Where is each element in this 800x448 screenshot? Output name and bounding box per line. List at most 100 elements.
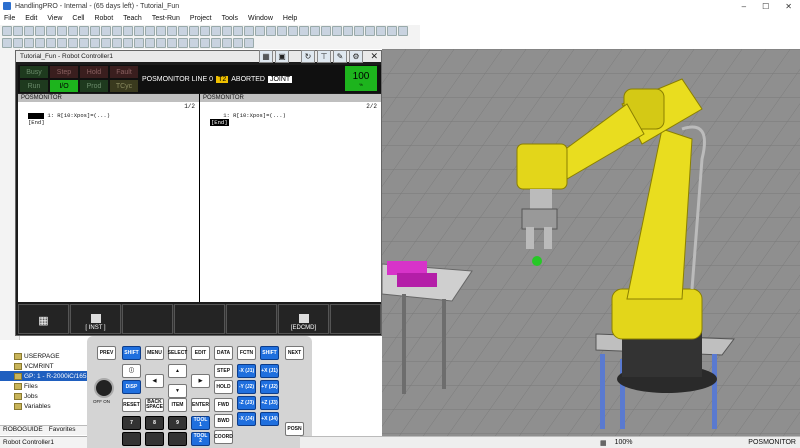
toolbar-button-icon[interactable] bbox=[233, 37, 243, 48]
toolbar-button-icon[interactable] bbox=[398, 26, 408, 36]
toolbar-button-icon[interactable] bbox=[343, 26, 353, 36]
close-icon[interactable]: ✕ bbox=[370, 51, 378, 62]
menu-view[interactable]: View bbox=[47, 15, 62, 22]
f1-inst-key[interactable]: [ INST ] bbox=[70, 304, 121, 334]
up-arrow-key[interactable]: ▲ bbox=[168, 364, 187, 378]
toolbar-button-icon[interactable] bbox=[90, 26, 100, 36]
toolbar-button-icon[interactable] bbox=[101, 37, 111, 48]
toolbar-button-icon[interactable] bbox=[57, 37, 67, 48]
keyboard-icon[interactable]: ▦ bbox=[259, 50, 273, 63]
tree-item-selected[interactable]: GP: 1 - R-2000iC/165F bbox=[0, 371, 93, 381]
toolbar-button-icon[interactable] bbox=[167, 26, 177, 36]
num-9-key[interactable]: 9 bbox=[168, 416, 187, 430]
toolbar-button-icon[interactable] bbox=[277, 26, 287, 36]
next-key[interactable]: NEXT bbox=[285, 346, 304, 360]
jog-plus-j4-key[interactable]: +X (J4) bbox=[260, 412, 279, 426]
reset-key[interactable]: RESET bbox=[122, 398, 141, 412]
edit-key[interactable]: EDIT bbox=[191, 346, 210, 360]
toolbar-button-icon[interactable] bbox=[189, 26, 199, 36]
menu-window[interactable]: Window bbox=[248, 15, 273, 22]
end-marker[interactable]: [End] bbox=[210, 119, 229, 126]
num-5-key[interactable] bbox=[145, 432, 164, 446]
toolbar-button-icon[interactable] bbox=[13, 26, 23, 36]
jog-minus-x-key[interactable]: -X (J1) bbox=[237, 364, 256, 378]
next-page-key[interactable] bbox=[330, 304, 381, 334]
toolbar-button-icon[interactable] bbox=[35, 37, 45, 48]
jog-plus-y-key[interactable]: +Y (J2) bbox=[260, 380, 279, 394]
select-key[interactable]: SELECT bbox=[168, 346, 187, 360]
screen-left[interactable]: POSMONITOR 1/2 1: R[10:Xpos]=(...) [End] bbox=[18, 94, 199, 302]
jog-minus-j4-key[interactable]: -X (J4) bbox=[237, 412, 256, 426]
fwd-key[interactable]: FWD bbox=[214, 398, 233, 412]
screen-right[interactable]: POSMONITOR 2/2 1: R[10:Xpos]=(...) [End] bbox=[200, 94, 381, 302]
toolbar-button-icon[interactable] bbox=[255, 26, 265, 36]
jog-plus-x-key[interactable]: +X (J1) bbox=[260, 364, 279, 378]
toolbar-button-icon[interactable] bbox=[13, 37, 23, 48]
grid-menu-key[interactable]: ▦ bbox=[18, 304, 69, 334]
toolbar-button-icon[interactable] bbox=[24, 26, 34, 36]
toolbar-button-icon[interactable] bbox=[244, 37, 254, 48]
toolbar-button-icon[interactable] bbox=[123, 26, 133, 36]
tool1-key[interactable]: TOOL 1 bbox=[191, 416, 210, 430]
backspace-key[interactable]: BACK SPACE bbox=[145, 398, 164, 412]
toolbar-button-icon[interactable] bbox=[2, 37, 12, 48]
tab-favorites[interactable]: Favorites bbox=[49, 426, 76, 435]
menu-robot[interactable]: Robot bbox=[94, 15, 113, 22]
end-marker[interactable]: [End] bbox=[28, 119, 45, 126]
toolbar-button-icon[interactable] bbox=[200, 26, 210, 36]
toolbar-button-icon[interactable] bbox=[222, 26, 232, 36]
toolbar-button-icon[interactable] bbox=[46, 26, 56, 36]
toolbar-button-icon[interactable] bbox=[112, 37, 122, 48]
step-key[interactable]: STEP bbox=[214, 364, 233, 378]
down-arrow-key[interactable]: ▼ bbox=[168, 384, 187, 398]
toolbar-button-icon[interactable] bbox=[145, 26, 155, 36]
f5-edcmd-key[interactable]: [EDCMD] bbox=[278, 304, 329, 334]
tree-item[interactable]: VCMRINT bbox=[0, 361, 93, 371]
toolbar-button-icon[interactable] bbox=[178, 37, 188, 48]
toolbar-button-icon[interactable] bbox=[123, 37, 133, 48]
jog-minus-z-key[interactable]: -Z (J3) bbox=[237, 396, 256, 410]
coord-key[interactable]: COORD bbox=[214, 430, 233, 444]
program-line-1[interactable]: 1: R[10:Xpos]=(...) bbox=[223, 112, 286, 119]
toolbar-button-icon[interactable] bbox=[156, 26, 166, 36]
toolbar-button-icon[interactable] bbox=[233, 26, 243, 36]
toolbar-button-icon[interactable] bbox=[288, 26, 298, 36]
num-6-key[interactable] bbox=[168, 432, 187, 446]
minimize-icon[interactable]: – bbox=[742, 2, 746, 11]
data-key[interactable]: DATA bbox=[214, 346, 233, 360]
toolbar-button-icon[interactable] bbox=[299, 26, 309, 36]
f2-key[interactable] bbox=[122, 304, 173, 334]
toolbar-button-icon[interactable] bbox=[365, 26, 375, 36]
info-key[interactable]: ⓘ bbox=[122, 364, 141, 378]
menu-teach[interactable]: Teach bbox=[123, 15, 142, 22]
toolbar-button-icon[interactable] bbox=[354, 26, 364, 36]
toolbar-button-icon[interactable] bbox=[79, 37, 89, 48]
toolbar-button-icon[interactable] bbox=[266, 26, 276, 36]
3d-viewport[interactable] bbox=[382, 49, 800, 436]
jog-minus-y-key[interactable]: -Y (J2) bbox=[237, 380, 256, 394]
tree-item[interactable]: Jobs bbox=[0, 391, 93, 401]
toolbar-button-icon[interactable] bbox=[156, 37, 166, 48]
tree-item[interactable]: Variables bbox=[0, 401, 93, 411]
num-7-key[interactable]: 7 bbox=[122, 416, 141, 430]
f4-key[interactable] bbox=[226, 304, 277, 334]
right-arrow-key[interactable]: ▶ bbox=[191, 374, 210, 388]
menu-tools[interactable]: Tools bbox=[222, 15, 238, 22]
toolbar-button-icon[interactable] bbox=[90, 37, 100, 48]
num-8-key[interactable]: 8 bbox=[145, 416, 164, 430]
left-arrow-key[interactable]: ◀ bbox=[145, 374, 164, 388]
toolbar-button-icon[interactable] bbox=[68, 26, 78, 36]
posn-key[interactable]: POSN bbox=[285, 422, 304, 436]
hold-key[interactable]: HOLD bbox=[214, 380, 233, 394]
program-line-1[interactable]: 1: R[10:Xpos]=(...) bbox=[47, 112, 110, 119]
menu-key[interactable]: MENU bbox=[145, 346, 164, 360]
pin-icon[interactable]: ⊤ bbox=[317, 50, 331, 63]
trash-icon[interactable]: ▣ bbox=[275, 50, 289, 63]
settings-icon[interactable]: ⚙ bbox=[349, 50, 363, 63]
enable-switch-knob[interactable] bbox=[94, 378, 114, 398]
f3-key[interactable] bbox=[174, 304, 225, 334]
enter-key[interactable]: ENTER bbox=[191, 398, 210, 412]
maximize-icon[interactable]: ☐ bbox=[762, 2, 769, 11]
toolbar-button-icon[interactable] bbox=[68, 37, 78, 48]
toolbar-button-icon[interactable] bbox=[167, 37, 177, 48]
